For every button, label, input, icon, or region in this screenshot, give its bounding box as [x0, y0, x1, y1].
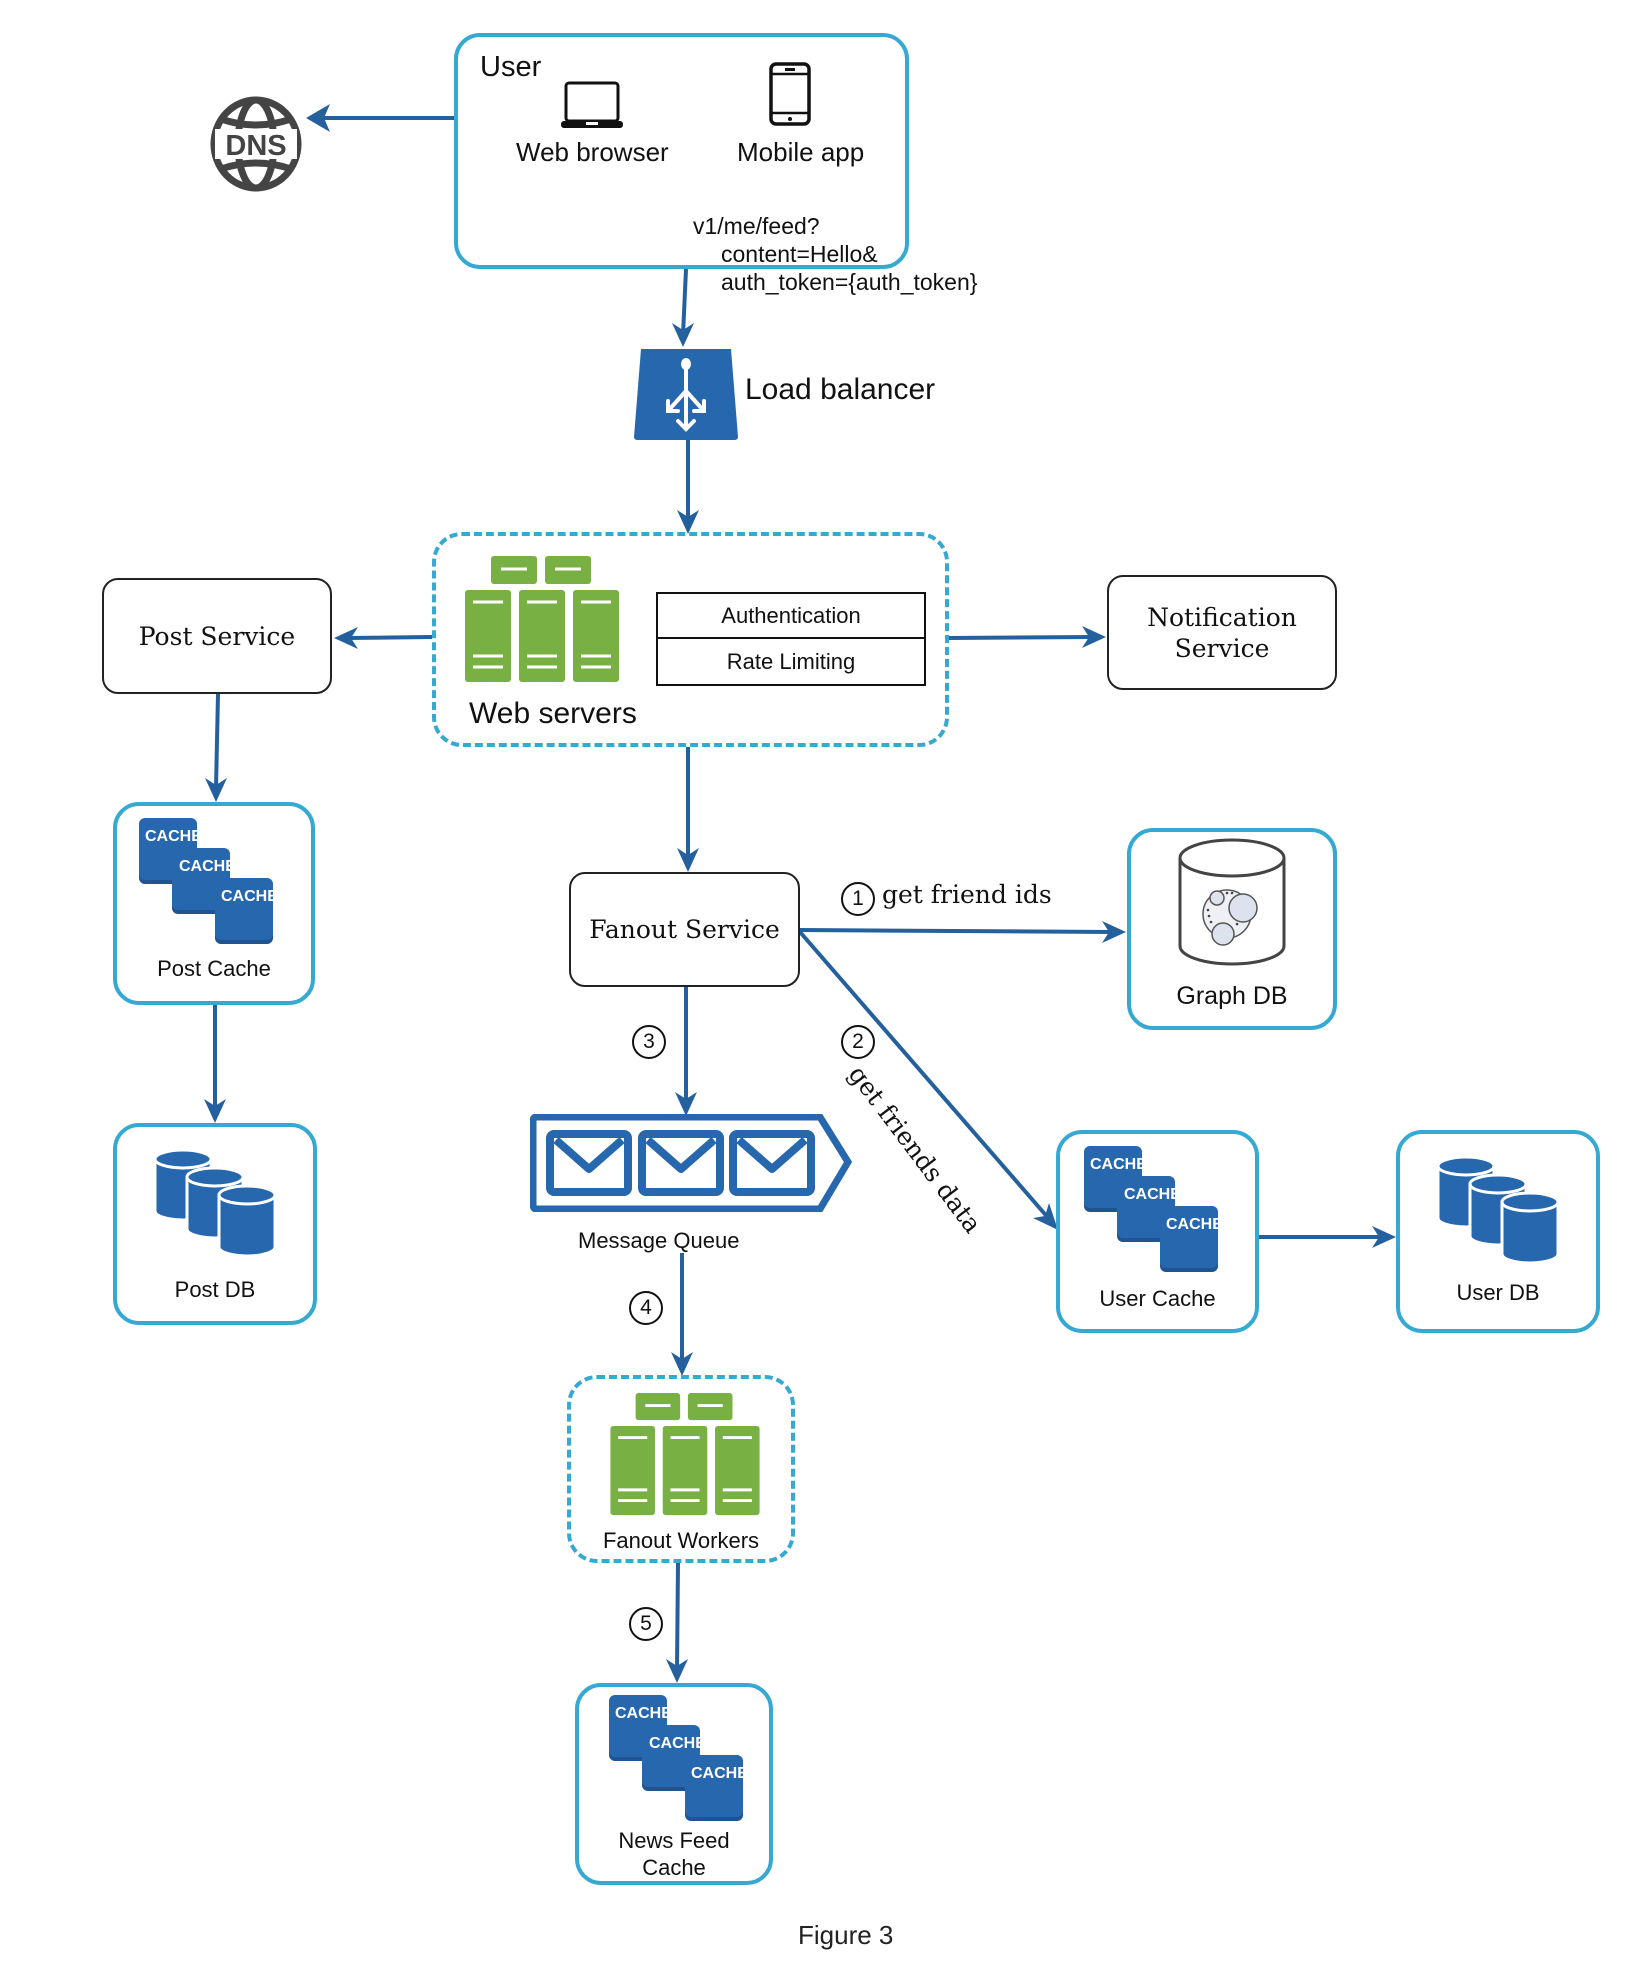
graph-db-label: Graph DB — [1176, 982, 1288, 1010]
fanout-workers-label: Fanout Workers — [602, 1528, 760, 1553]
cache-stack-icon: CACHE CACHE CACHE — [139, 818, 277, 944]
cache-label: CACHE — [179, 858, 236, 875]
figure-caption: Figure 3 — [798, 1920, 894, 1950]
step-number: 1 — [852, 887, 864, 910]
dns-node[interactable]: DNS — [207, 95, 305, 193]
step-number: 2 — [852, 1030, 864, 1053]
notification-service-node[interactable]: Notification Service — [1107, 575, 1337, 690]
step-1-badge: 1 — [841, 882, 875, 916]
web-servers-label: Web servers — [469, 697, 637, 730]
arrow-web-to-post-service — [347, 635, 433, 640]
arrow-web-to-notification — [948, 635, 1093, 640]
client-web-browser[interactable]: Web browser — [516, 137, 669, 168]
dns-globe-icon: DNS — [210, 96, 302, 192]
step-number: 3 — [643, 1030, 655, 1053]
mobile-phone-icon — [769, 62, 811, 126]
arrow-fanout-to-graph-db — [799, 928, 1113, 934]
notification-service-label-line: Service — [1174, 633, 1270, 663]
post-service-label: Post Service — [138, 621, 296, 651]
fanout-workers-container[interactable]: Fanout Workers — [567, 1375, 795, 1563]
cache-label: CACHE — [1124, 1186, 1181, 1203]
arrow-post-service-to-post-cache — [214, 693, 220, 789]
cache-label: CACHE — [145, 828, 202, 845]
user-cache-label: User Cache — [1099, 1286, 1216, 1311]
cache-stack-icon: CACHE CACHE CACHE — [1084, 1146, 1222, 1272]
arrow-user-to-lb — [681, 268, 688, 336]
fanout-service-node[interactable]: Fanout Service — [569, 872, 800, 987]
rate-limiting-layer: Rate Limiting — [726, 648, 856, 674]
step-3-badge: 3 — [632, 1025, 666, 1059]
post-cache-label: Post Cache — [157, 956, 271, 981]
middleware-stack: Authentication Rate Limiting — [656, 592, 926, 686]
fanout-service-label: Fanout Service — [589, 915, 780, 944]
post-cache-node[interactable]: CACHE CACHE CACHE Post Cache — [113, 802, 315, 1005]
load-balancer-label: Load balancer — [745, 373, 936, 406]
server-cluster-icon — [465, 556, 619, 682]
database-stack-icon — [1436, 1156, 1560, 1265]
message-queue-icon[interactable] — [530, 1114, 852, 1212]
step-5-badge: 5 — [629, 1607, 663, 1641]
laptop-icon — [561, 81, 623, 128]
post-db-label: Post DB — [174, 1277, 256, 1302]
user-db-node[interactable]: User DB — [1396, 1130, 1600, 1333]
step-2-badge: 2 — [841, 1025, 875, 1059]
request-line: content=Hello& — [721, 241, 878, 267]
cache-label: CACHE — [649, 1735, 706, 1752]
news-feed-cache-label-line: News Feed — [618, 1828, 730, 1853]
cache-label: CACHE — [691, 1765, 747, 1782]
step-number: 5 — [640, 1612, 652, 1635]
step-4-badge: 4 — [629, 1291, 663, 1325]
message-queue-label: Message Queue — [578, 1228, 740, 1253]
cache-stack-icon: CACHE CACHE CACHE — [609, 1695, 747, 1821]
authentication-layer: Authentication — [658, 594, 924, 639]
server-cluster-icon — [610, 1393, 760, 1516]
cache-label: CACHE — [221, 888, 277, 905]
news-feed-cache-label-line: Cache — [642, 1855, 706, 1880]
step-number: 4 — [640, 1296, 652, 1319]
dns-label: DNS — [225, 130, 286, 162]
web-servers-container[interactable]: Authentication Rate Limiting Web servers — [432, 532, 949, 747]
post-service-node[interactable]: Post Service — [102, 578, 332, 694]
request-line: v1/me/feed? — [693, 213, 820, 239]
request-annotation: v1/me/feed? content=Hello& auth_token={a… — [693, 212, 977, 296]
news-feed-cache-node[interactable]: CACHE CACHE CACHE News Feed Cache — [575, 1683, 773, 1885]
cache-label: CACHE — [1090, 1156, 1147, 1173]
client-mobile-app[interactable]: Mobile app — [737, 137, 864, 168]
cache-label: CACHE — [1166, 1216, 1222, 1233]
database-stack-icon — [153, 1149, 277, 1258]
cache-label: CACHE — [615, 1705, 672, 1722]
arrow-workers-to-newsfeed-cache — [675, 1562, 680, 1670]
user-title: User — [480, 51, 542, 83]
user-cache-node[interactable]: CACHE CACHE CACHE User Cache — [1056, 1130, 1259, 1333]
graph-db-node[interactable]: Graph DB — [1127, 828, 1337, 1030]
graph-database-icon — [1178, 838, 1286, 966]
request-line: auth_token={auth_token} — [721, 269, 978, 295]
notification-service-label-line: Notification — [1147, 602, 1297, 632]
step-1-label: get friend ids — [882, 880, 1052, 909]
user-db-label: User DB — [1456, 1280, 1540, 1305]
load-balancer-icon[interactable] — [633, 347, 739, 441]
post-db-node[interactable]: Post DB — [113, 1123, 317, 1325]
news-feed-cache-label: News Feed Cache — [579, 1827, 769, 1881]
